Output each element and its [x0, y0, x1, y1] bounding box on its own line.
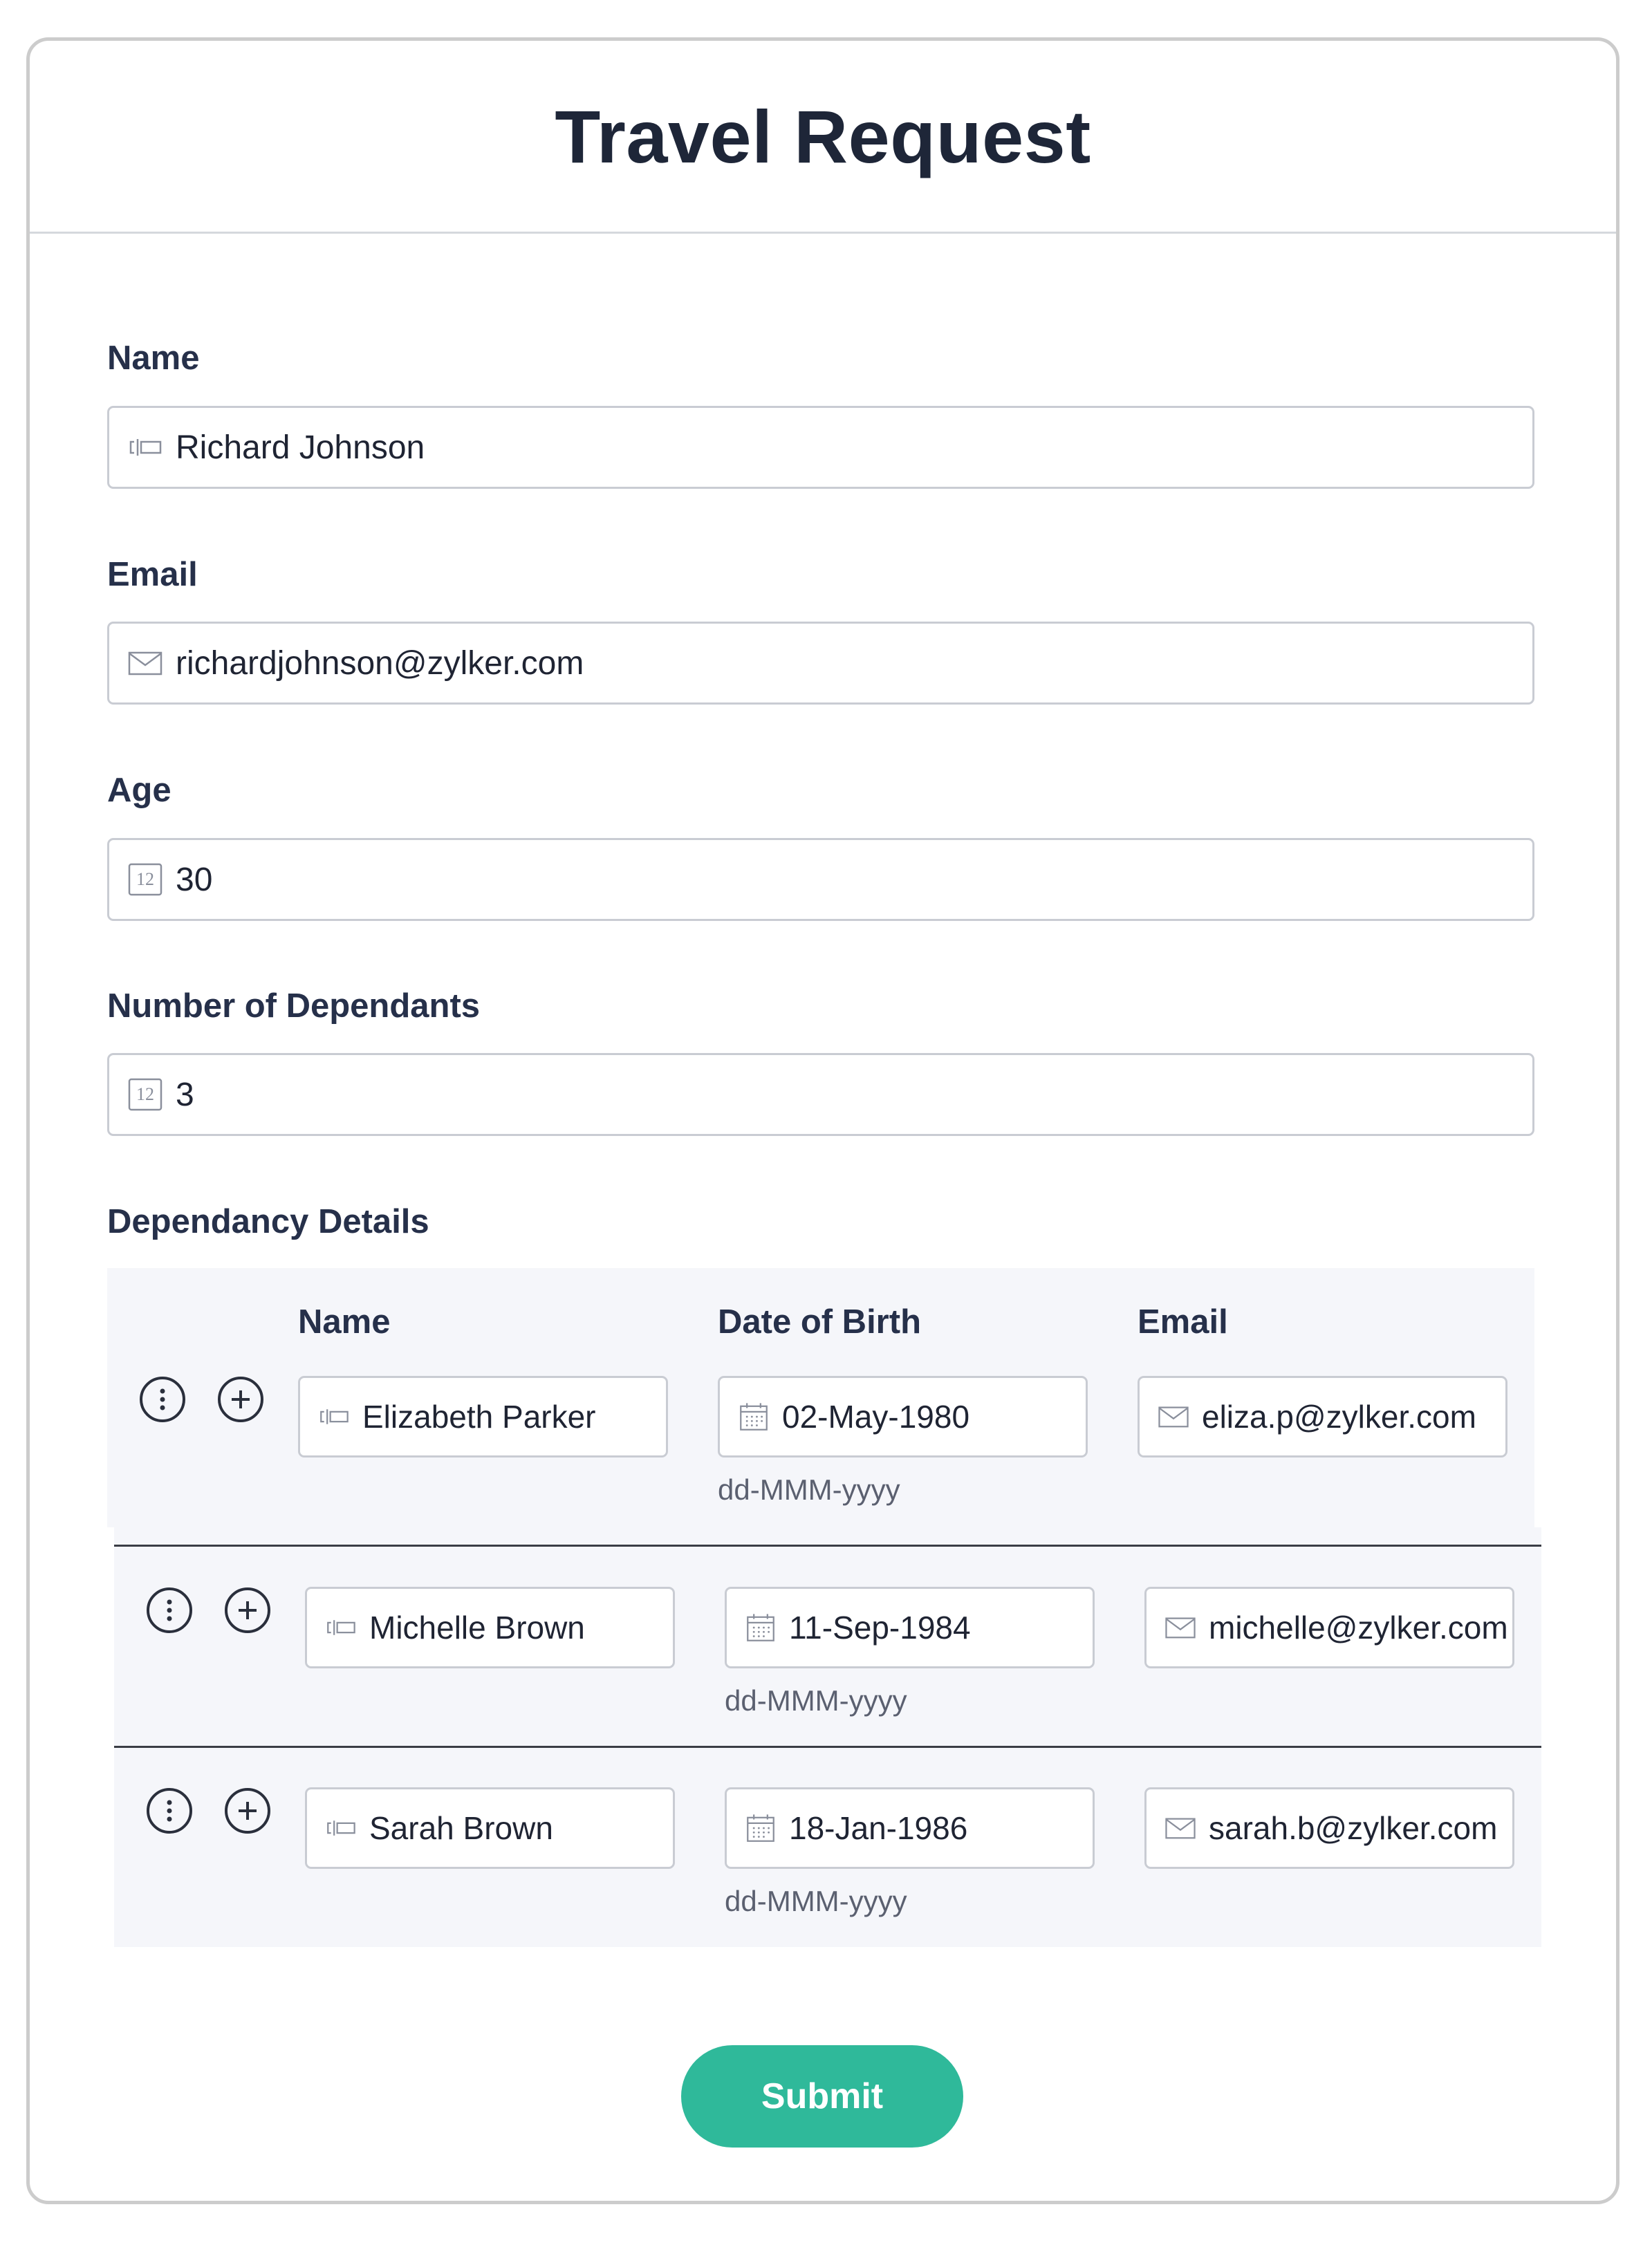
dob-format-hint: dd-MMM-yyyy	[718, 1473, 900, 1506]
plus-circle-icon	[232, 1390, 250, 1408]
vertical-ellipsis-icon	[167, 1800, 172, 1822]
email-field[interactable]: richardjohnson@zylker.com	[107, 622, 1534, 705]
dependant-dob-value: 11-Sep-1984	[789, 1610, 971, 1646]
text-cursor-icon	[324, 1610, 358, 1645]
dob-format-hint: dd-MMM-yyyy	[725, 1885, 907, 1917]
dob-format-hint: dd-MMM-yyyy	[725, 1684, 907, 1717]
calendar-icon	[743, 1811, 778, 1845]
dependant-dob-value: 18-Jan-1986	[789, 1810, 968, 1846]
plus-circle-icon	[239, 1601, 257, 1619]
row-menu-button[interactable]	[147, 1587, 192, 1633]
number-icon-text: 12	[136, 1084, 154, 1104]
vertical-ellipsis-icon	[167, 1599, 172, 1621]
dependants-label: Number of Dependants	[107, 987, 481, 1025]
column-header-email: Email	[1138, 1303, 1228, 1341]
row-divider	[114, 1545, 1541, 1547]
dependant-email-field[interactable]: michelle@zylker.com	[1144, 1587, 1514, 1668]
dependant-name-value: Sarah Brown	[369, 1810, 553, 1846]
row-menu-button[interactable]	[140, 1377, 185, 1422]
text-cursor-icon	[317, 1399, 351, 1434]
envelope-icon	[1163, 1811, 1198, 1845]
envelope-icon	[1156, 1399, 1191, 1434]
form-title: Travel Request	[555, 94, 1091, 178]
subform-row-1: Name Date of Birth Email Elizabeth Parke…	[107, 1268, 1534, 1527]
email-label: Email	[107, 556, 198, 593]
text-cursor-icon	[324, 1811, 358, 1845]
envelope-icon	[1163, 1610, 1198, 1645]
dependant-dob-field[interactable]: 18-Jan-1986	[725, 1787, 1095, 1869]
form-header: Travel Request	[30, 41, 1616, 234]
email-value: richardjohnson@zylker.com	[176, 644, 584, 682]
name-label: Name	[107, 339, 200, 377]
dependant-email-value: eliza.p@zylker.com	[1202, 1399, 1476, 1435]
number-icon: 12	[126, 860, 165, 899]
add-row-button[interactable]	[218, 1377, 263, 1422]
envelope-icon	[126, 644, 165, 682]
plus-circle-icon	[239, 1802, 257, 1820]
number-icon-text: 12	[136, 869, 154, 889]
name-value: Richard Johnson	[176, 429, 425, 466]
add-row-button[interactable]	[225, 1788, 270, 1834]
dependant-name-field[interactable]: Sarah Brown	[305, 1787, 675, 1869]
text-cursor-icon	[126, 428, 165, 467]
dependant-name-field[interactable]: Elizabeth Parker	[298, 1376, 668, 1457]
row-menu-button[interactable]	[147, 1788, 192, 1834]
dependant-dob-field[interactable]: 11-Sep-1984	[725, 1587, 1095, 1668]
column-header-name: Name	[298, 1303, 391, 1341]
name-field[interactable]: Richard Johnson	[107, 406, 1534, 489]
column-header-dob: Date of Birth	[718, 1303, 921, 1341]
age-value: 30	[176, 861, 213, 898]
dependant-name-field[interactable]: Michelle Brown	[305, 1587, 675, 1668]
dependant-email-value: sarah.b@zylker.com	[1209, 1810, 1498, 1846]
dependency-details-label: Dependancy Details	[107, 1203, 429, 1240]
number-icon: 12	[126, 1075, 165, 1114]
add-row-button[interactable]	[225, 1587, 270, 1633]
calendar-icon	[736, 1399, 771, 1434]
dependant-email-value: michelle@zylker.com	[1209, 1610, 1508, 1646]
age-label: Age	[107, 772, 171, 809]
age-field[interactable]: 12 30	[107, 838, 1534, 921]
dependant-dob-value: 02-May-1980	[782, 1399, 970, 1435]
dependant-email-field[interactable]: eliza.p@zylker.com	[1138, 1376, 1507, 1457]
dependants-field[interactable]: 12 3	[107, 1053, 1534, 1136]
dependants-value: 3	[176, 1076, 194, 1113]
dependant-dob-field[interactable]: 02-May-1980	[718, 1376, 1088, 1457]
subform-rows-2-3: Michelle Brown 11-Sep-1984 dd-MMM-yyyy m…	[114, 1527, 1541, 1947]
dependant-name-value: Elizabeth Parker	[362, 1399, 596, 1435]
dependant-name-value: Michelle Brown	[369, 1610, 585, 1646]
vertical-ellipsis-icon	[160, 1388, 165, 1410]
row-divider	[114, 1746, 1541, 1748]
calendar-icon	[743, 1610, 778, 1645]
dependant-email-field[interactable]: sarah.b@zylker.com	[1144, 1787, 1514, 1869]
submit-button[interactable]: Submit	[681, 2045, 963, 2148]
